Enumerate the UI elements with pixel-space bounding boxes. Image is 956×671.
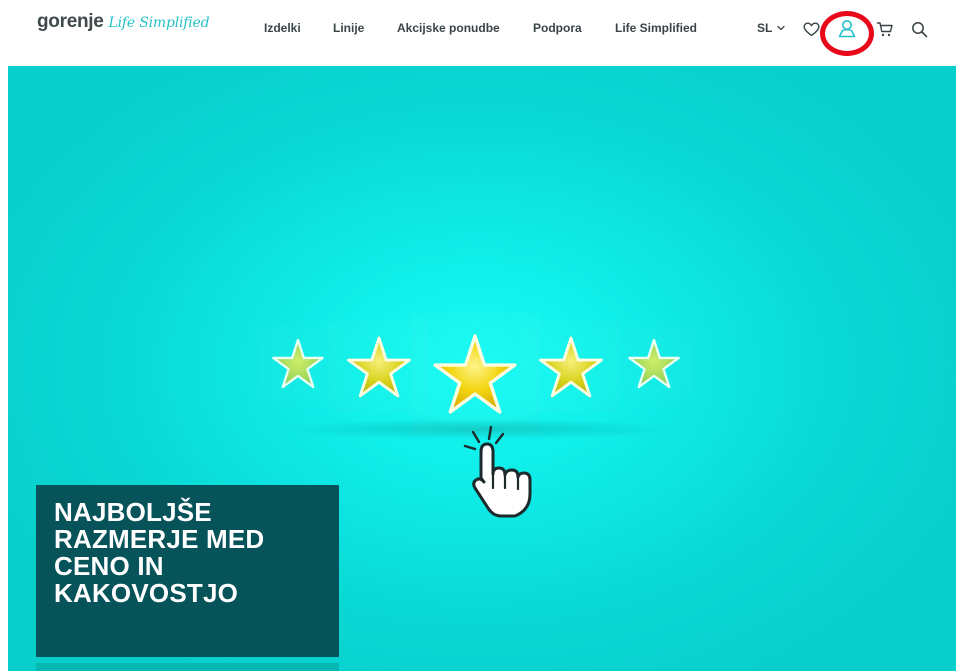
- star-4: [539, 336, 603, 398]
- promo-headline-line: CENO IN: [54, 551, 164, 581]
- site-header: gorenje Life Simplified Izdelki Linije A…: [0, 0, 956, 66]
- language-label: SL: [757, 21, 773, 35]
- heart-icon[interactable]: [803, 22, 820, 37]
- chevron-down-icon: [777, 25, 785, 31]
- promo-headline-line: RAZMERJE MED: [54, 524, 265, 554]
- cart-icon[interactable]: [876, 21, 894, 38]
- pointer-hand-icon: [463, 425, 532, 518]
- promo-headline-box: NAJBOLJŠE RAZMERJE MED CENO IN KAKOVOSTJ…: [36, 485, 339, 657]
- promo-headline-line: KAKOVOSTJO: [54, 578, 239, 608]
- search-icon[interactable]: [911, 21, 928, 38]
- promo-accent-strip: [36, 663, 339, 671]
- language-selector[interactable]: SL: [757, 21, 786, 35]
- star-2: [347, 336, 411, 398]
- star-5: [628, 338, 680, 389]
- star-3: [433, 334, 517, 414]
- header-tools: SL: [0, 0, 956, 66]
- page: gorenje Life Simplified Izdelki Linije A…: [0, 0, 956, 671]
- star-1: [272, 338, 324, 389]
- hero-banner[interactable]: NAJBOLJŠE RAZMERJE MED CENO IN KAKOVOSTJ…: [8, 66, 956, 671]
- promo-headline-line: NAJBOLJŠE: [54, 497, 212, 527]
- user-icon[interactable]: [837, 19, 857, 38]
